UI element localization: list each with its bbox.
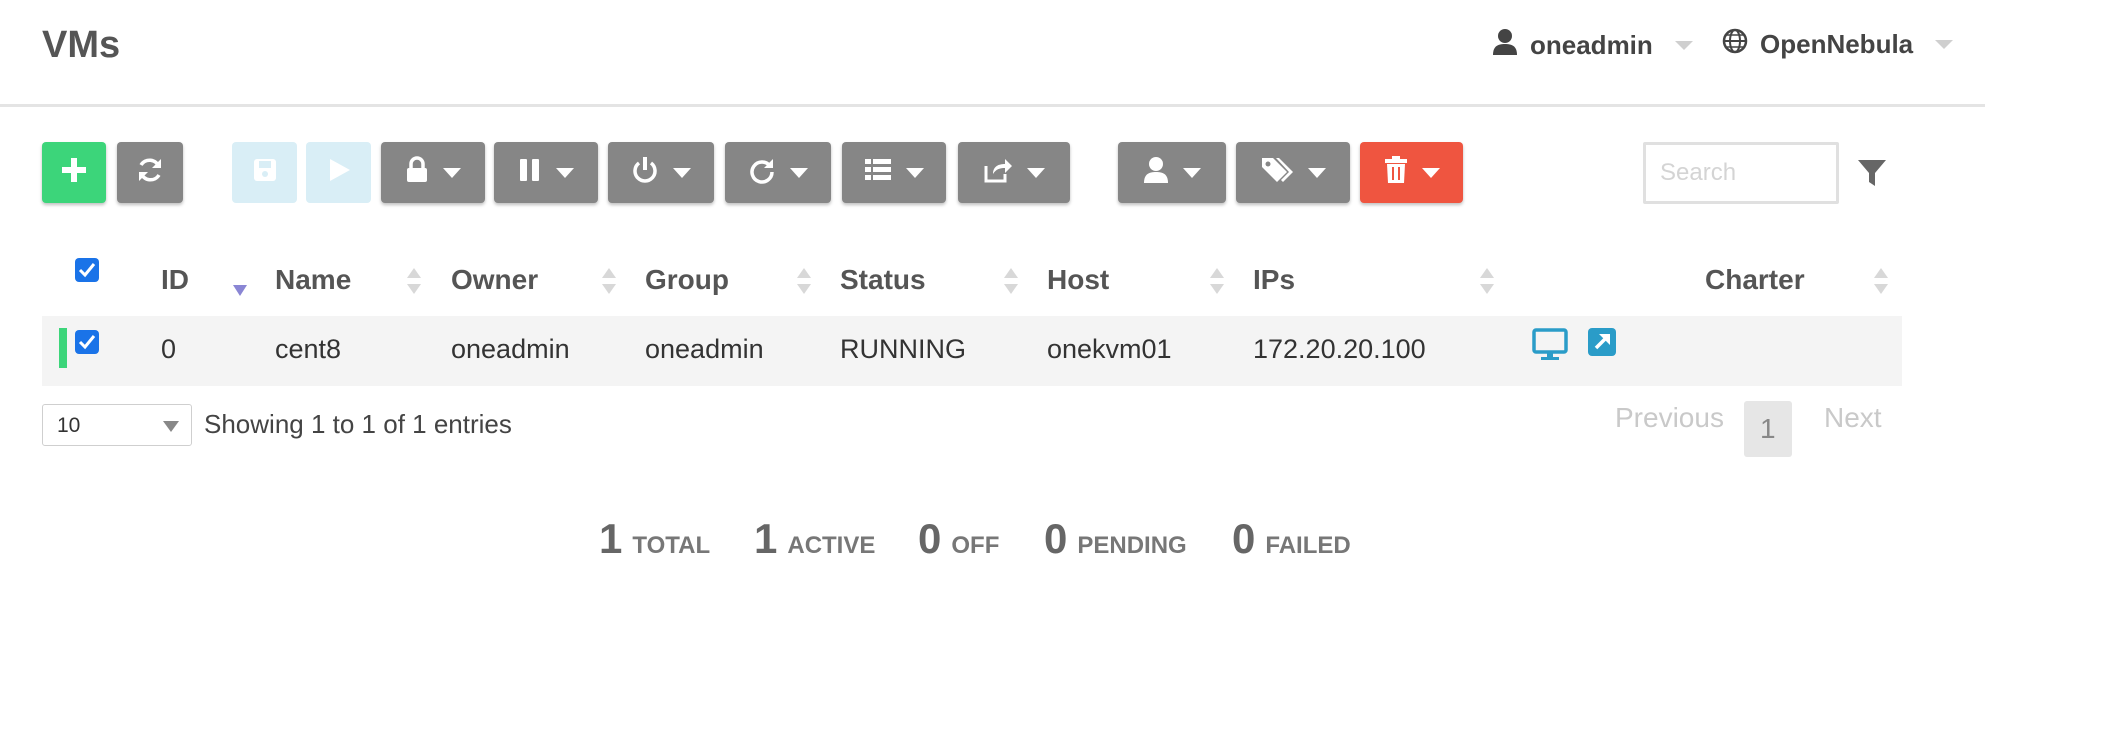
cell-status: RUNNING	[840, 334, 966, 364]
refresh-icon	[135, 155, 165, 190]
user-icon	[1143, 156, 1169, 189]
pause-icon	[518, 157, 542, 188]
stat-total-label: TOTAL	[632, 532, 711, 559]
column-header-id[interactable]: ID	[161, 264, 189, 296]
page-size-select[interactable]: 10	[42, 404, 192, 446]
power-icon	[631, 156, 659, 189]
entries-info: Showing 1 to 1 of 1 entries	[204, 409, 512, 439]
stat-failed: 0 FAILED	[1232, 515, 1351, 563]
stat-pending-count: 0	[1044, 515, 1068, 562]
sort-icon[interactable]	[601, 266, 617, 301]
stat-active-label: ACTIVE	[787, 532, 876, 559]
list-dropdown-button[interactable]	[842, 142, 946, 203]
sort-desc-icon[interactable]	[232, 283, 248, 302]
stat-off-count: 0	[918, 515, 942, 562]
tags-dropdown-button[interactable]	[1236, 142, 1350, 203]
cell-owner: oneadmin	[451, 334, 570, 364]
stat-active-count: 1	[754, 515, 778, 562]
status-indicator	[59, 328, 67, 368]
column-header-group[interactable]: Group	[645, 264, 729, 296]
create-button[interactable]	[42, 142, 106, 203]
page-size-value: 10	[57, 414, 81, 437]
cell-group: oneadmin	[645, 334, 764, 364]
save-button[interactable]	[232, 142, 297, 203]
vm-stats: 1 TOTAL 1 ACTIVE 0 OFF 0 PENDING 0 FAILE…	[0, 515, 1985, 575]
user-icon	[1492, 28, 1518, 63]
chevron-down-icon	[790, 167, 808, 178]
zone-menu-label: OpenNebula	[1760, 29, 1914, 59]
chevron-down-icon	[163, 421, 179, 432]
column-header-status[interactable]: Status	[840, 264, 926, 296]
lock-icon	[405, 156, 429, 189]
column-header-charter[interactable]: Charter	[1705, 264, 1805, 296]
column-header-ips[interactable]: IPs	[1253, 264, 1295, 296]
sort-icon[interactable]	[796, 266, 812, 301]
share-icon	[983, 156, 1013, 189]
stat-total: 1 TOTAL	[599, 515, 710, 563]
stat-pending-label: PENDING	[1077, 532, 1187, 559]
table-row[interactable]: 0 cent8 oneadmin oneadmin RUNNING onekvm…	[42, 316, 1902, 386]
trash-icon	[1384, 156, 1408, 189]
sort-icon[interactable]	[1873, 266, 1889, 301]
cell-id: 0	[161, 334, 177, 364]
chevron-down-icon	[1421, 167, 1440, 178]
chevron-down-icon	[443, 167, 461, 178]
play-icon	[326, 157, 352, 188]
search-input[interactable]	[1643, 142, 1839, 204]
stat-failed-count: 0	[1232, 515, 1256, 562]
redo-dropdown-button[interactable]	[725, 142, 831, 203]
chevron-down-icon	[1935, 40, 1954, 49]
page-title: VMs	[42, 24, 121, 66]
sort-icon[interactable]	[1479, 266, 1495, 301]
stat-active: 1 ACTIVE	[754, 515, 875, 563]
filter-icon[interactable]	[1857, 158, 1887, 193]
zone-menu[interactable]: OpenNebula	[1722, 28, 1954, 61]
chevron-down-icon	[673, 167, 691, 178]
stat-off-label: OFF	[951, 532, 1000, 559]
external-link-icon[interactable]	[1588, 328, 1616, 361]
column-header-name[interactable]: Name	[275, 264, 351, 296]
chevron-down-icon	[556, 167, 574, 178]
share-dropdown-button[interactable]	[958, 142, 1070, 203]
refresh-button[interactable]	[117, 142, 183, 203]
sort-icon[interactable]	[406, 266, 422, 301]
sort-icon[interactable]	[1209, 266, 1225, 301]
cell-host: onekvm01	[1047, 334, 1172, 364]
tags-icon	[1260, 156, 1294, 189]
user-dropdown-button[interactable]	[1118, 142, 1226, 203]
chevron-down-icon	[1674, 41, 1693, 50]
top-header: VMs oneadmin OpenNebula	[0, 0, 1985, 107]
user-menu-label: oneadmin	[1530, 30, 1653, 60]
stat-failed-label: FAILED	[1265, 532, 1351, 559]
monitor-icon[interactable]	[1532, 328, 1568, 367]
plus-icon	[60, 156, 88, 189]
column-header-owner[interactable]: Owner	[451, 264, 538, 296]
next-button[interactable]: Next	[1824, 402, 1882, 434]
delete-dropdown-button[interactable]	[1360, 142, 1463, 203]
page-1-button[interactable]: 1	[1744, 401, 1792, 457]
redo-icon	[748, 156, 776, 189]
row-checkbox[interactable]	[75, 330, 99, 354]
globe-icon	[1722, 28, 1748, 61]
stat-total-count: 1	[599, 515, 623, 562]
power-dropdown-button[interactable]	[608, 142, 714, 203]
list-icon	[864, 158, 892, 187]
chevron-down-icon	[1027, 167, 1045, 178]
chevron-down-icon	[906, 167, 924, 178]
stat-off: 0 OFF	[918, 515, 999, 563]
play-button[interactable]	[306, 142, 371, 203]
sort-icon[interactable]	[1003, 266, 1019, 301]
chevron-down-icon	[1183, 167, 1201, 178]
previous-button[interactable]: Previous	[1615, 402, 1724, 434]
select-all-checkbox[interactable]	[75, 258, 99, 282]
column-header-host[interactable]: Host	[1047, 264, 1109, 296]
chevron-down-icon	[1308, 167, 1326, 178]
pause-dropdown-button[interactable]	[494, 142, 598, 203]
cell-ips: 172.20.20.100	[1253, 334, 1426, 364]
cell-name: cent8	[275, 334, 342, 364]
lock-dropdown-button[interactable]	[381, 142, 485, 203]
save-icon	[252, 157, 278, 188]
user-menu[interactable]: oneadmin	[1492, 28, 1693, 63]
stat-pending: 0 PENDING	[1044, 515, 1187, 563]
